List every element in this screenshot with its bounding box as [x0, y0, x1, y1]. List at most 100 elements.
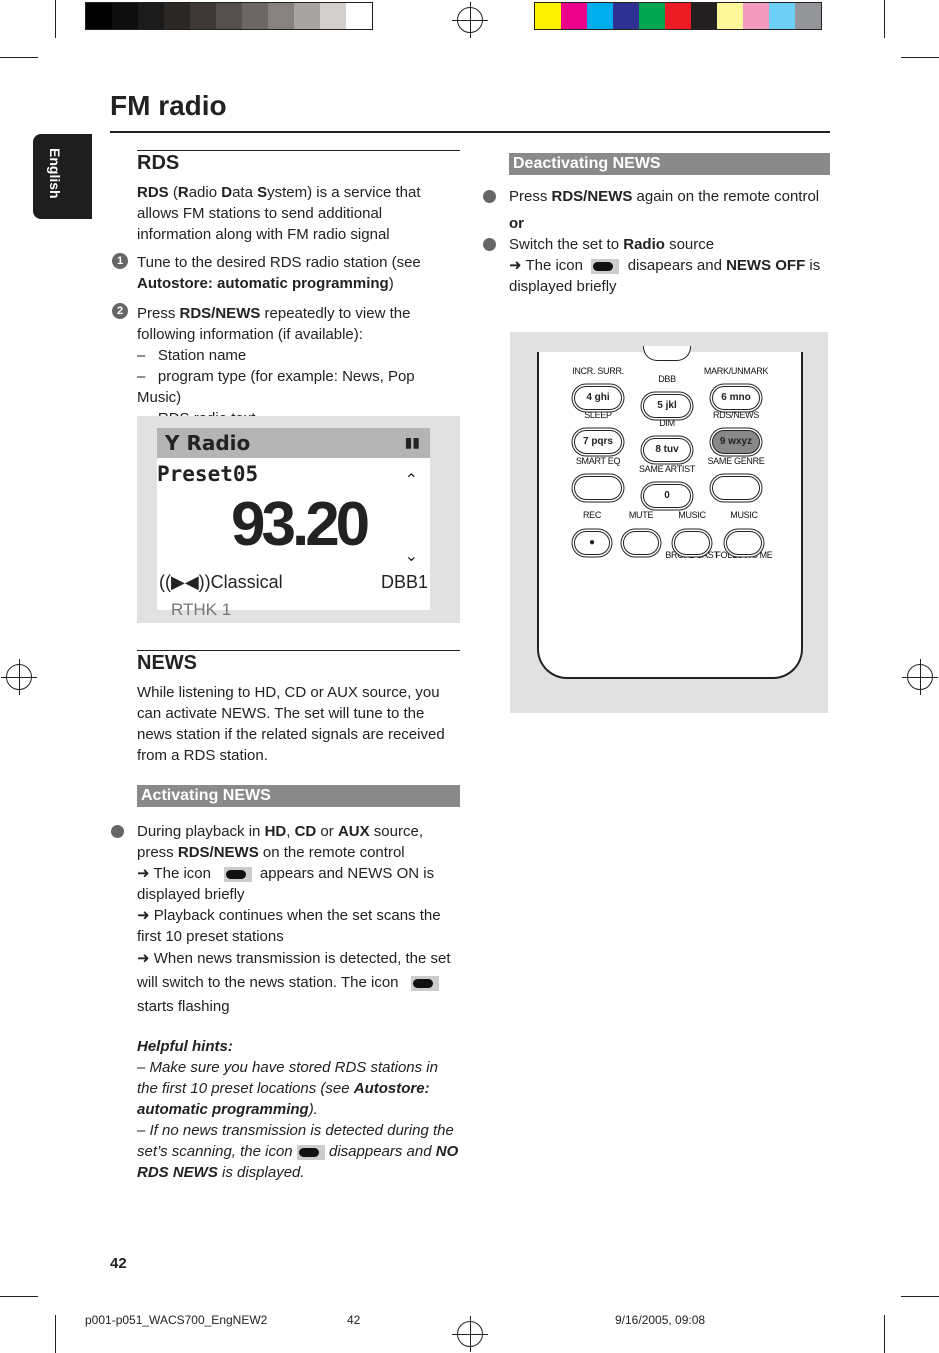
remote-button: 9 wxyz [712, 430, 760, 454]
remote-button: 0 [643, 484, 691, 508]
title-rule [110, 131, 830, 133]
color-swatch [535, 3, 561, 29]
activating-steps: During playback in HD, CD or AUX source,… [137, 821, 460, 1019]
remote-label: DIM [659, 418, 675, 428]
color-swatch [561, 3, 587, 29]
crop-mark [901, 57, 939, 58]
color-swatch [138, 3, 164, 29]
step-end: ) [388, 275, 394, 292]
rds-intro: RDS (Radio Data System) is a service tha… [137, 182, 460, 245]
color-swatch [613, 3, 639, 29]
remote-button: 4 ghi [574, 386, 622, 410]
intro-fragment: S [257, 184, 268, 201]
color-swatch [190, 3, 216, 29]
antenna-icon: Y [165, 431, 187, 455]
activating-step: During playback in HD, CD or AUX source,… [137, 823, 423, 861]
list-item: – program type (for example: News, Pop M… [137, 368, 415, 406]
lcd-genre: ((▶◀))Classical [159, 572, 283, 592]
news-icon [223, 866, 252, 882]
page-title: FM radio [110, 90, 227, 121]
color-swatch [795, 3, 821, 29]
remote-button: 8 tuv [643, 438, 691, 462]
remote-button [623, 531, 659, 555]
remote-label: MUSIC [730, 510, 758, 520]
remote-label: RDS/NEWS [712, 410, 760, 420]
page-number: 42 [110, 1255, 127, 1272]
crop-mark [884, 0, 885, 38]
step-bold: RDS/NEWS [179, 305, 261, 322]
list-item: – Station name [137, 347, 247, 364]
color-swatch [587, 3, 613, 29]
crop-mark [901, 1296, 939, 1297]
crop-mark [0, 1296, 38, 1297]
crop-mark [0, 57, 38, 58]
color-swatch [268, 3, 294, 29]
bullet [111, 825, 124, 838]
remote-button: 5 jkl [643, 394, 691, 418]
color-swatch [242, 3, 268, 29]
lcd-header: Y Radio ▮▮ [157, 428, 430, 458]
news-icon [591, 258, 620, 274]
remote-label: SMART EQ [575, 456, 621, 466]
deactivating-step-2: Switch the set to Radio source [509, 236, 715, 253]
crop-mark [55, 0, 56, 38]
color-swatch [86, 3, 112, 29]
color-swatch [112, 3, 138, 29]
intro-fragment: D [221, 184, 233, 201]
result-1: ➜ The icon appears and NEWS ON is displa… [137, 865, 435, 903]
remote-button: 6 mno [712, 386, 760, 410]
deactivating-steps: Press RDS/NEWS again on the remote contr… [509, 186, 834, 297]
language-tab-label: English [47, 148, 63, 199]
remote-label: SAME ARTIST [638, 464, 696, 474]
activating-news-heading: Activating NEWS [137, 785, 460, 807]
rds-section: RDS RDS (Radio Data System) is a service… [137, 150, 460, 245]
step-text: Tune to the desired RDS radio station (s… [137, 254, 421, 271]
down-arrow-icon: ⌄ [404, 548, 418, 565]
color-swatch [639, 3, 665, 29]
remote-button: ● [574, 531, 610, 555]
intro-fragment: RDS [137, 184, 169, 201]
news-text: While listening to HD, CD or AUX source,… [137, 684, 445, 764]
lcd-dbb: DBB1 [380, 572, 428, 592]
deactivating-news-heading: Deactivating NEWS [509, 153, 830, 175]
deactivating-result: ➜ The icon disapears and NEWS OFF is dis… [509, 257, 821, 295]
hint-1: – Make sure you have stored RDS stations… [137, 1059, 438, 1118]
radio-display-figure: Y Radio ▮▮ Preset05 ⌃ 93.20 ⌄ ((▶◀))Class… [137, 416, 460, 623]
step-number-2: 2 [112, 303, 128, 319]
color-swatch [743, 3, 769, 29]
news-icon [296, 1144, 325, 1160]
remote-button [712, 476, 760, 500]
helpful-hints: Helpful hints: – Make sure you have stor… [137, 1036, 460, 1183]
bullet [483, 190, 496, 203]
remote-label: DBB [658, 374, 676, 384]
registration-mark-icon [902, 659, 938, 695]
hints-heading: Helpful hints: [137, 1038, 233, 1055]
deactivating-step-1: Press RDS/NEWS again on the remote contr… [509, 188, 820, 205]
remote-button [643, 346, 691, 361]
color-swatch [346, 3, 372, 29]
bullet [483, 238, 496, 251]
hint-2: – If no news transmission is detected du… [137, 1122, 459, 1181]
or-label: or [509, 215, 524, 232]
step-bold: Autostore: automatic programming [137, 275, 389, 292]
color-calibration-bars [534, 2, 822, 30]
rds-heading: RDS [137, 150, 460, 174]
news-section: NEWS While listening to HD, CD or AUX so… [137, 650, 460, 766]
color-swatch [164, 3, 190, 29]
result-3: ➜ When news transmission is detected, th… [137, 950, 451, 1015]
signal-icon: ▮▮ [404, 435, 420, 451]
result-2: ➜ Playback continues when the set scans … [137, 907, 441, 945]
registration-mark-icon [452, 2, 488, 38]
color-swatch [691, 3, 717, 29]
remote-button [726, 531, 762, 555]
color-swatch [717, 3, 743, 29]
intro-fragment: R [177, 184, 189, 201]
footer-date: 9/16/2005, 09:08 [615, 1313, 706, 1327]
color-swatch [665, 3, 691, 29]
footer-file: p001-p051_WACS700_EngNEW2 [85, 1313, 268, 1327]
crop-mark [55, 1315, 56, 1353]
remote-label: SAME GENRE [707, 456, 765, 466]
lcd-station: RTHK 1 [171, 600, 232, 619]
language-tab: English [33, 134, 92, 219]
rds-step-1: Tune to the desired RDS radio station (s… [137, 252, 460, 294]
